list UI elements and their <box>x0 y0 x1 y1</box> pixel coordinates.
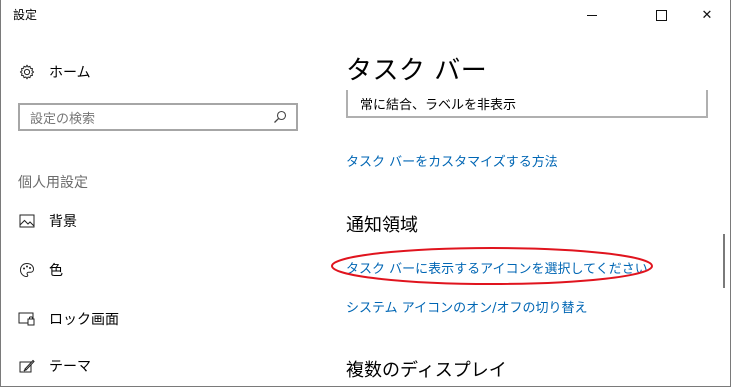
minimize-icon <box>587 14 597 16</box>
notification-area-heading: 通知領域 <box>346 215 418 236</box>
sidebar-item-label: テーマ <box>49 359 91 375</box>
settings-search-input[interactable]: 設定の検索 <box>18 103 298 131</box>
taskbar-combine-dropdown[interactable]: 常に結合、ラベルを非表示 <box>346 90 708 118</box>
multiple-displays-heading: 複数のディスプレイ <box>346 360 507 381</box>
palette-icon <box>18 261 36 279</box>
scrollbar-thumb[interactable] <box>723 234 725 288</box>
highlight-ellipse-annotation <box>331 247 653 285</box>
minimize-button[interactable] <box>569 0 615 30</box>
settings-window: 設定 ✕ ホーム 設定の検索 個人用設定 背景 色 ロック画面 テーマ タスク … <box>0 0 731 387</box>
close-icon: ✕ <box>701 7 713 23</box>
title-bar: 設定 ✕ <box>1 0 731 30</box>
page-title: タスク バー <box>346 56 488 86</box>
sidebar-item-label: ホーム <box>49 65 91 81</box>
sidebar-item-background[interactable]: 背景 <box>18 210 77 232</box>
window-title: 設定 <box>13 8 38 22</box>
system-icons-toggle-link[interactable]: システム アイコンのオン/オフの切り替え <box>346 297 587 316</box>
sidebar-item-home[interactable]: ホーム <box>18 61 91 83</box>
sidebar-item-colors[interactable]: 色 <box>18 259 63 281</box>
gear-icon <box>18 63 36 81</box>
customize-taskbar-link[interactable]: タスク バーをカスタマイズする方法 <box>346 151 558 170</box>
dropdown-selected-value: 常に結合、ラベルを非表示 <box>360 98 517 113</box>
search-icon[interactable] <box>268 105 292 129</box>
lock-screen-icon <box>18 310 36 328</box>
search-placeholder: 設定の検索 <box>30 111 96 127</box>
sidebar-item-label: 色 <box>49 263 63 279</box>
sidebar-item-lock-screen[interactable]: ロック画面 <box>18 308 119 330</box>
sidebar-item-themes[interactable]: テーマ <box>18 355 91 377</box>
close-button[interactable]: ✕ <box>684 0 730 30</box>
theme-brush-icon <box>18 357 36 375</box>
maximize-button[interactable] <box>638 0 684 30</box>
image-icon <box>18 212 36 230</box>
sidebar-section-label: 個人用設定 <box>18 175 88 191</box>
sidebar-item-label: ロック画面 <box>49 312 119 328</box>
maximize-icon <box>655 9 667 21</box>
sidebar-item-label: 背景 <box>49 214 77 230</box>
